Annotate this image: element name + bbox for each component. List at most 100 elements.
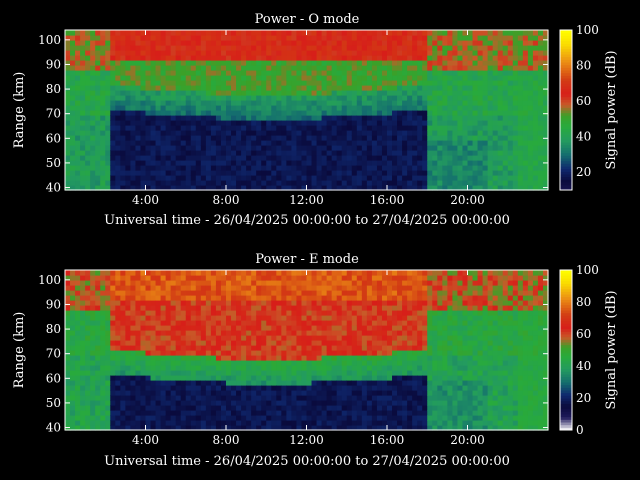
heatmap-cell	[296, 30, 303, 36]
heatmap-cell	[346, 120, 353, 126]
heatmap-cell	[65, 85, 71, 91]
heatmap-cell	[70, 420, 76, 426]
heatmap-cell	[195, 385, 202, 391]
heatmap-cell	[205, 410, 212, 416]
heatmap-cell	[210, 35, 217, 41]
heatmap-cell	[402, 55, 408, 61]
heatmap-cell	[75, 315, 81, 321]
heatmap-cell	[231, 150, 237, 156]
heatmap-cell	[326, 50, 333, 56]
heatmap-cell	[170, 305, 177, 311]
heatmap-cell	[321, 330, 328, 336]
heatmap-cell	[417, 150, 423, 156]
heatmap-cell	[452, 90, 459, 96]
heatmap-cell	[266, 30, 272, 36]
heatmap-cell	[261, 415, 267, 421]
heatmap-cell	[376, 45, 383, 51]
heatmap-cell	[346, 145, 353, 151]
heatmap-cell	[376, 130, 383, 136]
heatmap-cell	[200, 110, 207, 116]
heatmap-cell	[442, 120, 448, 126]
heatmap-cell	[226, 40, 232, 46]
heatmap-cell	[145, 305, 152, 311]
heatmap-cell	[487, 105, 494, 111]
heatmap-cell	[65, 340, 71, 346]
heatmap-cell	[210, 335, 217, 341]
heatmap-cell	[130, 130, 137, 136]
heatmap-cell	[210, 155, 217, 161]
heatmap-cell	[427, 125, 433, 131]
heatmap-cell	[251, 80, 257, 86]
heatmap-cell	[70, 145, 76, 151]
heatmap-cell	[482, 135, 489, 141]
heatmap-cell	[85, 145, 91, 151]
heatmap-cell	[195, 90, 202, 96]
heatmap-cell	[246, 345, 252, 351]
heatmap-cell	[115, 175, 121, 181]
heatmap-cell	[195, 100, 202, 106]
heatmap-cell	[246, 45, 252, 51]
heatmap-cell	[155, 375, 162, 381]
heatmap-cell	[301, 315, 308, 321]
heatmap-cell	[145, 180, 152, 186]
heatmap-cell	[502, 50, 509, 56]
heatmap-cell	[85, 325, 91, 331]
heatmap-cell	[220, 110, 227, 116]
heatmap-cell	[85, 285, 91, 291]
heatmap-cell	[110, 140, 116, 146]
heatmap-cell	[145, 155, 152, 161]
heatmap-cell	[246, 280, 252, 286]
heatmap-cell	[65, 170, 71, 176]
heatmap-cell	[371, 65, 378, 71]
heatmap-cell	[110, 380, 116, 386]
heatmap-cell	[432, 70, 438, 76]
heatmap-cell	[95, 35, 101, 41]
heatmap-cell	[296, 50, 303, 56]
heatmap-cell	[65, 285, 71, 291]
heatmap-cell	[100, 355, 106, 361]
heatmap-cell	[326, 360, 333, 366]
heatmap-cell	[321, 395, 328, 401]
heatmap-cell	[160, 165, 167, 171]
heatmap-cell	[236, 145, 242, 151]
heatmap-cell	[331, 100, 338, 106]
heatmap-cell	[110, 105, 116, 111]
heatmap-cell	[502, 125, 509, 131]
heatmap-cell	[75, 50, 81, 56]
heatmap-cell	[517, 130, 524, 136]
heatmap-cell	[75, 355, 81, 361]
heatmap-cell	[155, 355, 162, 361]
heatmap-cell	[492, 90, 499, 96]
heatmap-cell	[75, 130, 81, 136]
heatmap-cell	[200, 360, 207, 366]
heatmap-cell	[527, 135, 534, 141]
heatmap-cell	[100, 335, 106, 341]
heatmap-cell	[271, 270, 277, 276]
heatmap-cell	[452, 180, 459, 186]
heatmap-cell	[286, 145, 293, 151]
heatmap-cell	[261, 170, 267, 176]
heatmap-cell	[326, 335, 333, 341]
heatmap-cell	[527, 155, 534, 161]
heatmap-cell	[115, 170, 121, 176]
heatmap-cell	[155, 405, 162, 411]
heatmap-cell	[135, 360, 142, 366]
heatmap-cell	[361, 100, 368, 106]
heatmap-cell	[422, 135, 428, 141]
heatmap-cell	[65, 360, 71, 366]
heatmap-cell	[402, 170, 408, 176]
heatmap-cell	[306, 180, 313, 186]
heatmap-cell	[220, 35, 227, 41]
heatmap-cell	[432, 180, 438, 186]
heatmap-cell	[361, 105, 368, 111]
heatmap-cell	[110, 135, 116, 141]
heatmap-cell	[256, 135, 262, 141]
heatmap-cell	[70, 80, 76, 86]
heatmap-cell	[316, 170, 323, 176]
heatmap-cell	[65, 50, 71, 56]
heatmap-cell	[175, 145, 182, 151]
heatmap-cell	[487, 50, 494, 56]
heatmap-cell	[331, 270, 338, 276]
heatmap-cell	[85, 405, 91, 411]
heatmap-cell	[180, 140, 187, 146]
